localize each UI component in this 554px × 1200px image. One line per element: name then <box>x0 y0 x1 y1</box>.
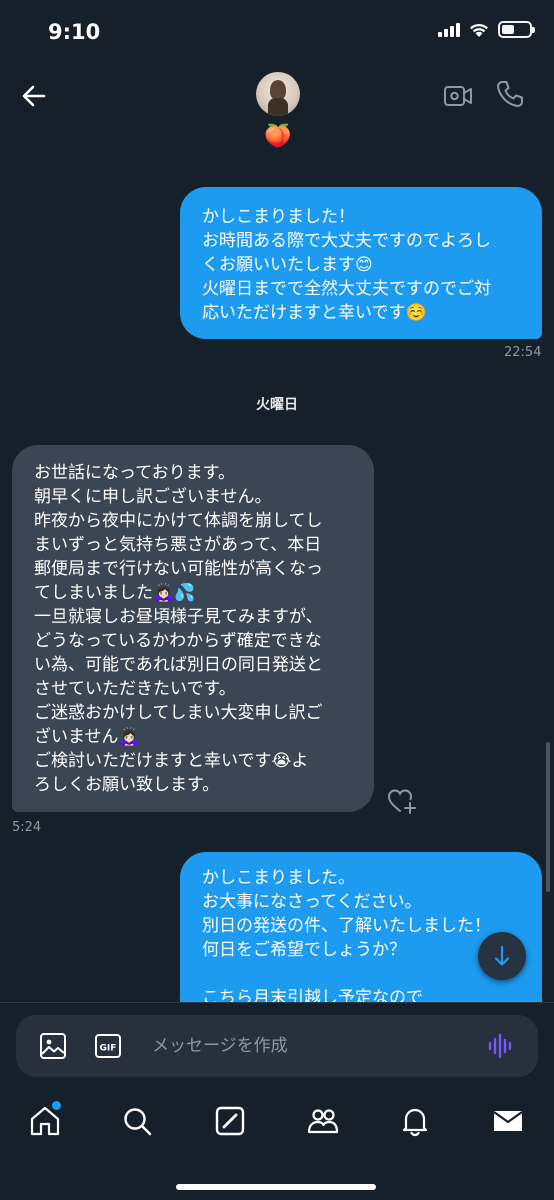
voice-call-button[interactable] <box>494 78 526 110</box>
scroll-to-bottom-button[interactable] <box>478 932 526 980</box>
avatar[interactable] <box>256 72 300 116</box>
image-icon <box>40 1033 66 1059</box>
notification-dot <box>52 1101 61 1110</box>
message-bubble-received[interactable]: お世話になっております。 朝早くに申し訳ございません。 昨夜から夜中にかけて体調… <box>12 445 374 812</box>
home-indicator <box>176 1184 376 1190</box>
tab-communities[interactable] <box>306 1104 340 1138</box>
day-divider: 火曜日 <box>256 397 298 413</box>
status-bar: 9:10 <box>0 0 554 66</box>
bottom-tab-bar <box>0 1088 554 1200</box>
arrow-down-icon <box>494 945 510 966</box>
grok-icon <box>215 1106 245 1136</box>
tab-messages[interactable] <box>491 1104 525 1138</box>
status-icons <box>438 21 535 38</box>
message-timestamp: 22:54 <box>504 345 542 360</box>
search-icon <box>124 1108 152 1136</box>
scrollbar[interactable] <box>546 742 550 892</box>
mail-icon <box>493 1111 523 1131</box>
back-arrow-icon <box>22 85 46 107</box>
video-camera-icon <box>444 86 472 106</box>
tab-notifications[interactable] <box>398 1104 432 1138</box>
back-button[interactable] <box>18 80 50 112</box>
phone-icon <box>497 81 523 107</box>
conversation-header: 🍑 <box>0 66 554 156</box>
image-attach-button[interactable] <box>38 1031 68 1061</box>
message-input[interactable] <box>152 1033 472 1059</box>
gif-icon: GIF <box>95 1034 121 1058</box>
video-call-button[interactable] <box>442 80 474 112</box>
battery-icon <box>498 21 535 38</box>
gif-label: GIF <box>100 1044 117 1054</box>
message-list[interactable]: かしこまりました！ お時間ある際で大丈夫ですのでよろし くお願いいたします😊 火… <box>0 156 554 1002</box>
composer-bar: GIF <box>0 1002 554 1088</box>
wifi-icon <box>470 23 488 37</box>
voice-waveform-icon <box>488 1033 512 1059</box>
bell-icon <box>402 1108 428 1137</box>
cellular-signal-icon <box>438 22 460 37</box>
voice-message-button[interactable] <box>486 1031 516 1061</box>
status-time: 9:10 <box>48 20 101 44</box>
communities-icon <box>307 1109 339 1134</box>
heart-plus-icon <box>387 789 416 814</box>
message-bubble-sent[interactable]: かしこまりました！ お時間ある際で大丈夫ですのでよろし くお願いいたします😊 火… <box>180 187 542 339</box>
peach-emoji: 🍑 <box>264 124 292 149</box>
message-timestamp: 5:24 <box>12 820 42 835</box>
tab-grok[interactable] <box>213 1104 247 1138</box>
add-reaction-button[interactable] <box>386 786 418 816</box>
gif-button[interactable]: GIF <box>94 1032 122 1060</box>
composer: GIF <box>16 1015 538 1077</box>
tab-search[interactable] <box>120 1104 154 1138</box>
